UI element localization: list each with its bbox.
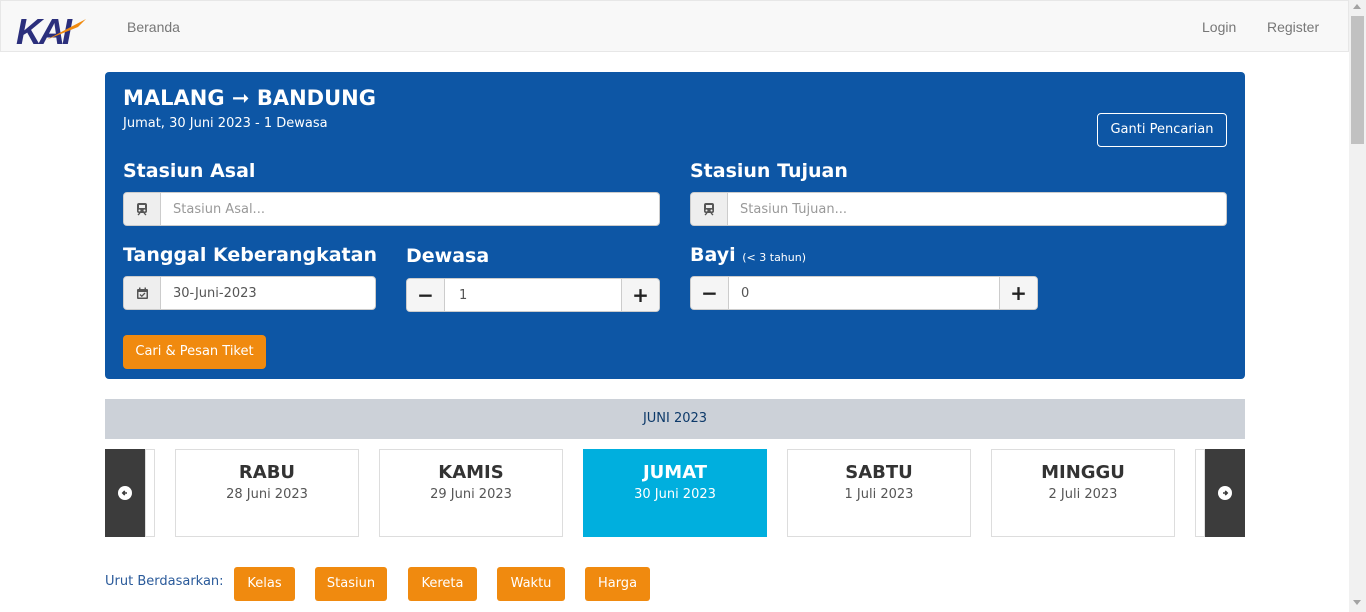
- destination-station-field[interactable]: Stasiun Tujuan...: [690, 192, 1227, 226]
- day-date: 1 Juli 2023: [844, 487, 914, 502]
- scrollbar-thumb[interactable]: [1351, 16, 1364, 144]
- day-card-rabu[interactable]: RABU 28 Juni 2023: [175, 449, 359, 537]
- departure-date-label: Tanggal Keberangkatan: [123, 244, 377, 266]
- search-and-book-button[interactable]: Cari & Pesan Tiket: [123, 335, 266, 369]
- day-card-minggu[interactable]: MINGGU 2 Juli 2023: [991, 449, 1175, 537]
- destination-station-input[interactable]: Stasiun Tujuan...: [740, 202, 847, 217]
- trip-summary: Jumat, 30 Juni 2023 - 1 Dewasa: [123, 116, 328, 131]
- arrow-left-circle-icon: [118, 486, 132, 500]
- change-search-button[interactable]: Ganti Pencarian: [1097, 113, 1227, 147]
- day-card-sabtu[interactable]: SABTU 1 Juli 2023: [787, 449, 971, 537]
- route-arrow-icon: ➞: [231, 86, 250, 110]
- infant-count-input[interactable]: 0: [741, 286, 749, 301]
- day-name: MINGGU: [1041, 462, 1125, 483]
- infant-age-note: (< 3 tahun): [742, 251, 807, 264]
- departure-date-input[interactable]: 30-Juni-2023: [173, 286, 257, 301]
- day-name: SABTU: [845, 462, 913, 483]
- day-name: JUMAT: [642, 462, 708, 483]
- sort-kelas-button[interactable]: Kelas: [234, 567, 295, 601]
- scroll-up-arrow-icon[interactable]: [1353, 4, 1361, 9]
- page-scrollbar[interactable]: [1349, 0, 1366, 612]
- adult-stepper[interactable]: − 1 +: [406, 278, 660, 312]
- day-name: RABU: [238, 462, 296, 483]
- day-date: 29 Juni 2023: [430, 487, 512, 502]
- infant-label: Bayi (< 3 tahun): [690, 244, 806, 266]
- nav-beranda-link[interactable]: Beranda: [127, 19, 180, 35]
- sort-harga-button[interactable]: Harga: [585, 567, 650, 601]
- logo-text: KAI: [16, 13, 73, 47]
- infant-label-text: Bayi: [690, 244, 736, 266]
- infant-minus-button[interactable]: −: [691, 277, 729, 309]
- origin-label: Stasiun Asal: [123, 160, 256, 182]
- nav-register-link[interactable]: Register: [1267, 19, 1319, 35]
- departure-date-field[interactable]: 30-Juni-2023: [123, 276, 376, 310]
- day-card-jumat-selected[interactable]: JUMAT 30 Juni 2023: [583, 449, 767, 537]
- day-card-kamis[interactable]: KAMIS 29 Juni 2023: [379, 449, 563, 537]
- day-date: 30 Juni 2023: [634, 487, 716, 502]
- search-panel: MALANG ➞ BANDUNG Jumat, 30 Juni 2023 - 1…: [105, 72, 1245, 379]
- adult-label: Dewasa: [406, 245, 490, 267]
- origin-station-input[interactable]: Stasiun Asal...: [173, 202, 265, 217]
- origin-station-field[interactable]: Stasiun Asal...: [123, 192, 660, 226]
- train-icon: [124, 193, 161, 225]
- train-icon: [691, 193, 728, 225]
- route-title: MALANG ➞ BANDUNG: [123, 86, 376, 110]
- adult-plus-button[interactable]: +: [621, 279, 659, 311]
- day-name: KAMIS: [438, 462, 504, 483]
- route-destination: BANDUNG: [256, 86, 376, 110]
- app-root: KAI Beranda Login Register MALANG ➞ BAND…: [0, 0, 1366, 612]
- scroll-down-arrow-icon[interactable]: [1353, 600, 1361, 605]
- month-header: JUNI 2023: [105, 399, 1245, 439]
- sort-stasiun-button[interactable]: Stasiun: [315, 567, 387, 601]
- infant-stepper[interactable]: − 0 +: [690, 276, 1038, 310]
- prev-day-button[interactable]: [105, 449, 145, 537]
- destination-label: Stasiun Tujuan: [690, 160, 848, 182]
- day-card-partial-left[interactable]: [145, 449, 155, 537]
- sort-waktu-button[interactable]: Waktu: [497, 567, 565, 601]
- day-card-partial-right[interactable]: [1195, 449, 1205, 537]
- sort-kereta-button[interactable]: Kereta: [408, 567, 477, 601]
- day-date: 28 Juni 2023: [226, 487, 308, 502]
- infant-plus-button[interactable]: +: [999, 277, 1037, 309]
- day-date: 2 Juli 2023: [1048, 487, 1118, 502]
- nav-login-link[interactable]: Login: [1202, 19, 1236, 35]
- top-navbar: KAI Beranda Login Register: [0, 0, 1349, 52]
- adult-minus-button[interactable]: −: [407, 279, 445, 311]
- route-origin: MALANG: [123, 86, 225, 110]
- next-day-button[interactable]: [1205, 449, 1245, 537]
- arrow-right-circle-icon: [1218, 486, 1232, 500]
- calendar-icon: [124, 277, 161, 309]
- kai-logo[interactable]: KAI: [16, 13, 98, 47]
- adult-count-input[interactable]: 1: [459, 288, 467, 303]
- sort-label: Urut Berdasarkan:: [105, 574, 224, 589]
